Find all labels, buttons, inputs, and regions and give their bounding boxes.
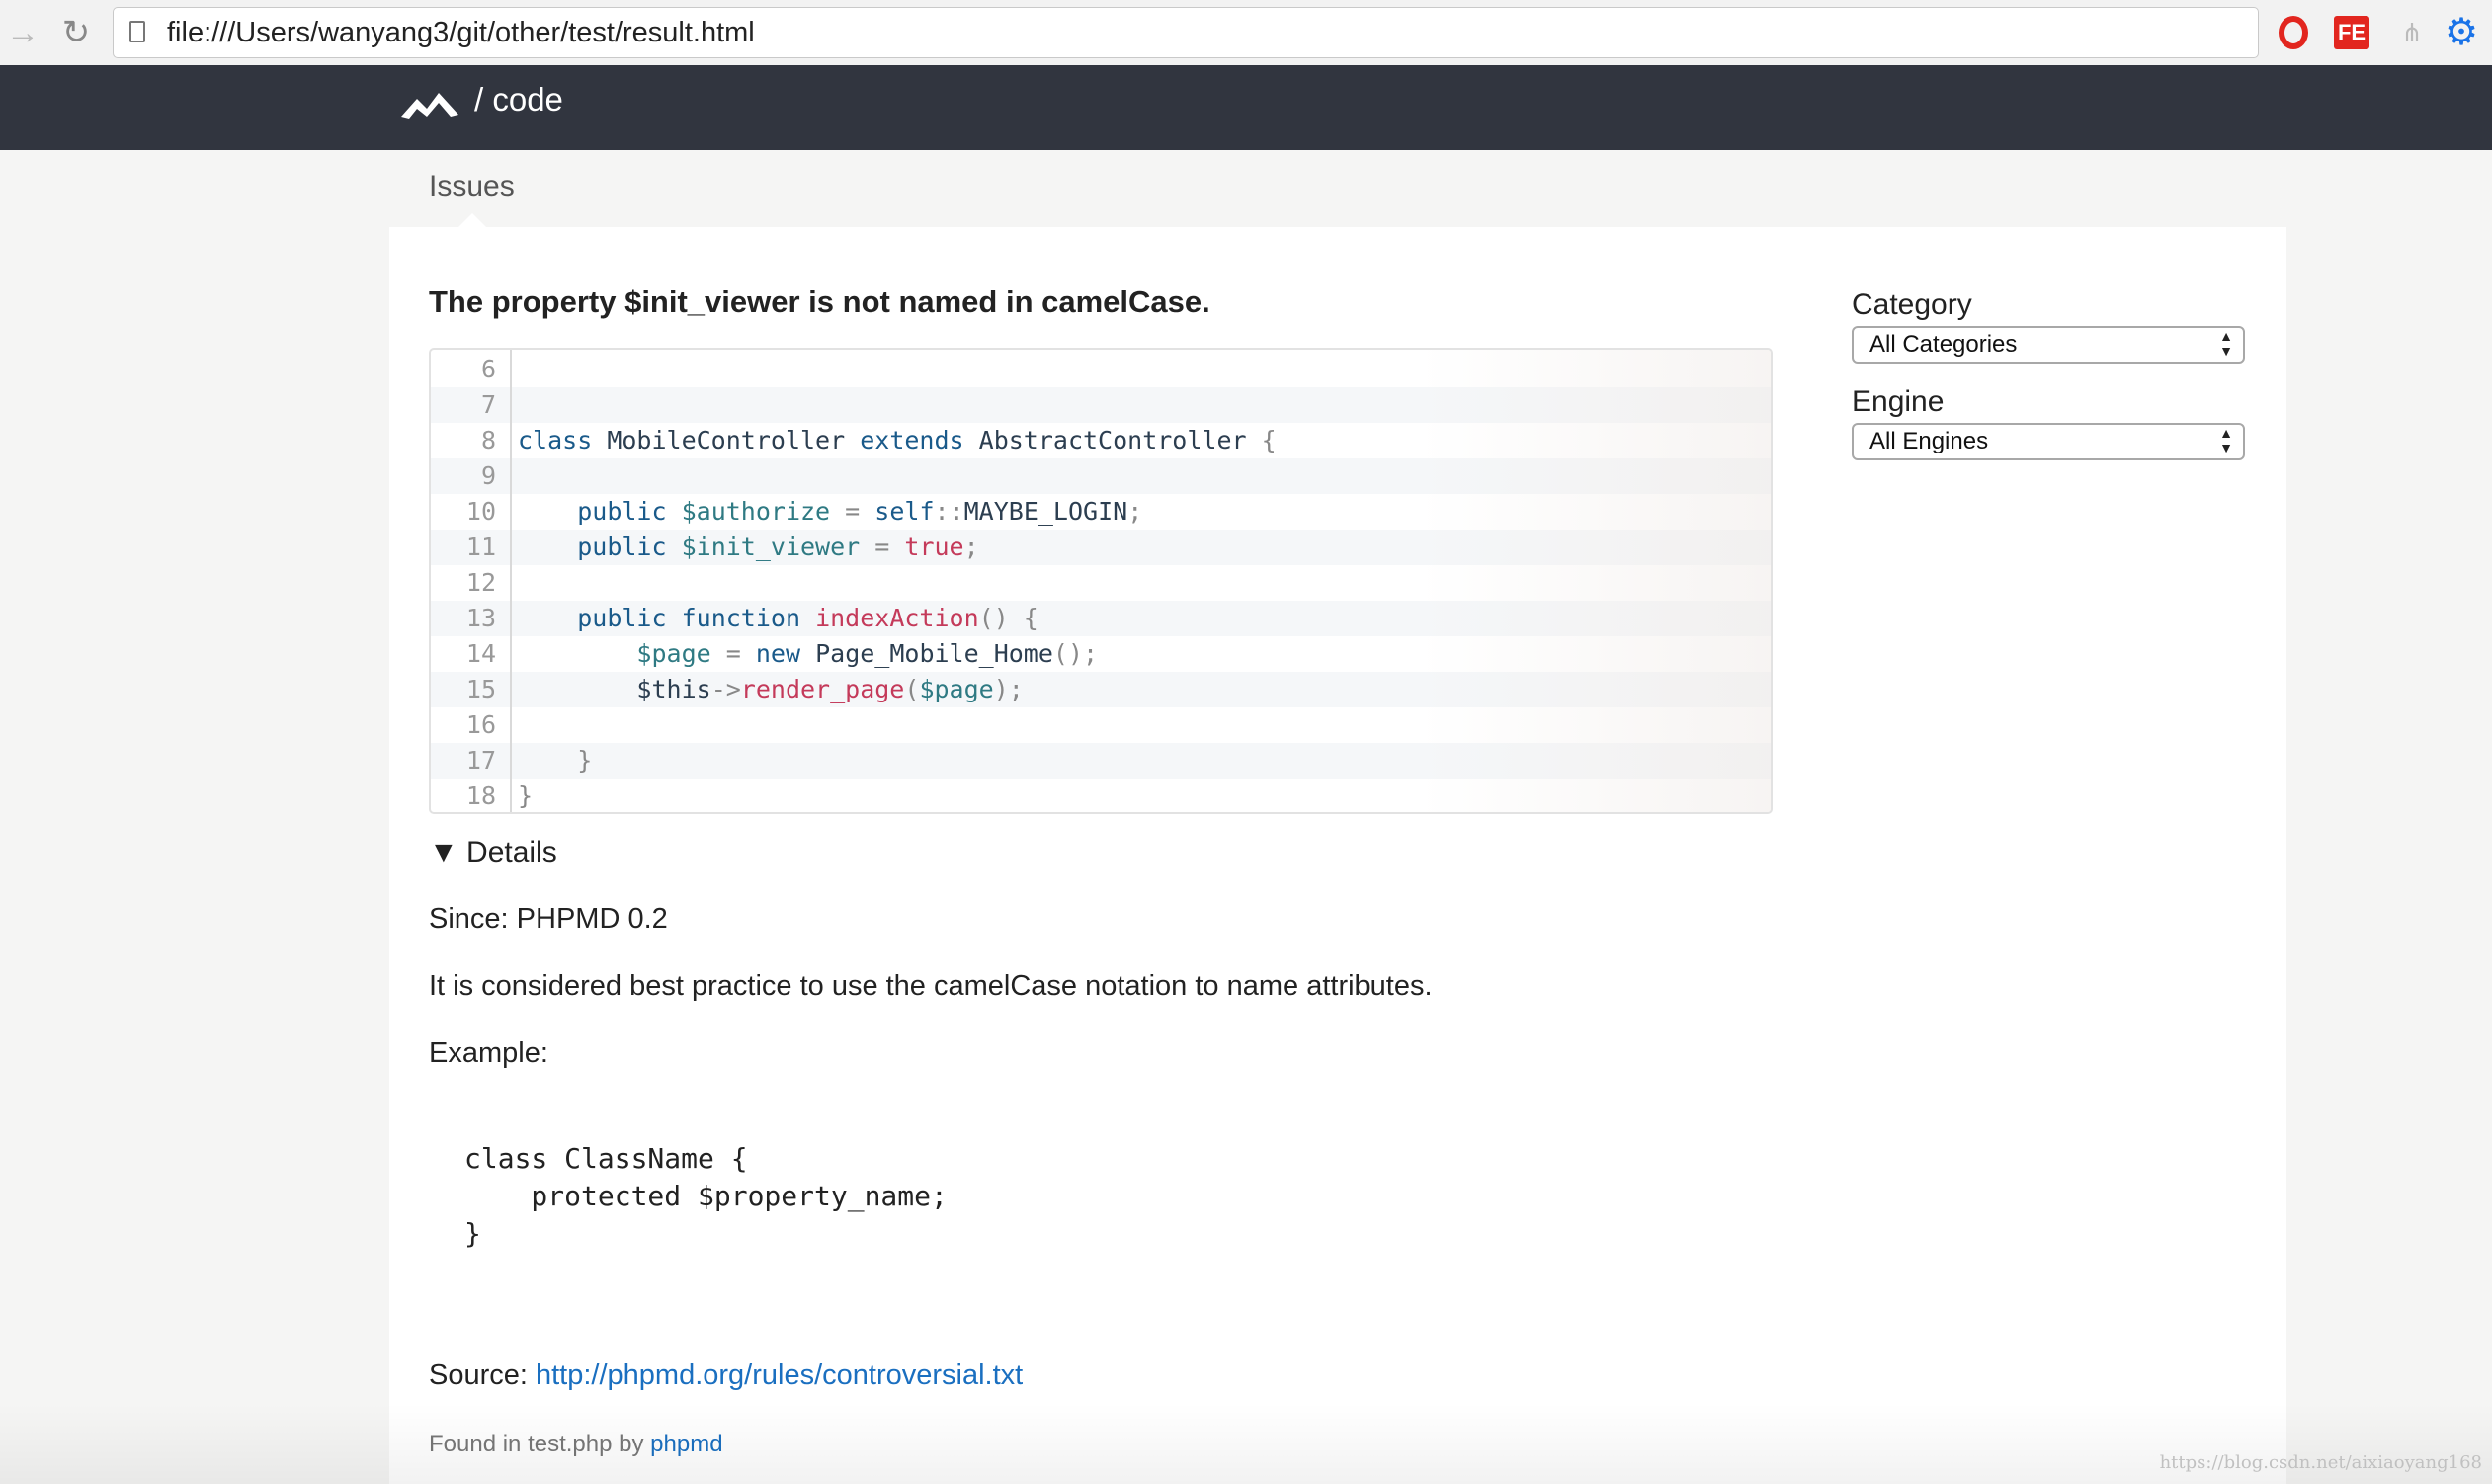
line-number: 14 — [465, 639, 496, 668]
engine-selected-value: All Engines — [1869, 428, 1989, 454]
settings-gear-icon[interactable]: ⚙ — [2445, 14, 2478, 51]
category-label: Category — [1852, 289, 1972, 321]
source-label: Source: — [429, 1360, 536, 1391]
reload-icon[interactable]: ↻ — [55, 12, 97, 53]
found-prefix: Found in test.php by — [429, 1431, 651, 1457]
line-number: 10 — [465, 497, 496, 526]
line-number-gutter — [510, 350, 512, 812]
brand-title[interactable]: / code — [474, 77, 563, 123]
example-label: Example: — [429, 1037, 548, 1069]
address-bar[interactable]: file:///Users/wanyang3/git/other/test/re… — [113, 7, 2259, 58]
fe-icon[interactable]: FE — [2334, 16, 2369, 49]
line-number: 18 — [465, 782, 496, 810]
category-selected-value: All Categories — [1869, 331, 2018, 358]
category-select[interactable]: All Categories ▲ ▼ — [1852, 326, 2245, 364]
phpmd-link[interactable]: phpmd — [650, 1431, 722, 1457]
back-arrow-icon[interactable]: → — [2, 12, 43, 53]
found-in-line: Found in test.php by phpmd — [429, 1431, 723, 1458]
engine-select[interactable]: All Engines ▲ ▼ — [1852, 423, 2245, 460]
code-text: public function indexAction() { — [577, 604, 1038, 632]
source-line: Source: http://phpmd.org/rules/controver… — [429, 1360, 1023, 1392]
line-number: 7 — [480, 390, 496, 419]
line-number: 13 — [465, 604, 496, 632]
page-icon — [129, 21, 145, 42]
line-number: 8 — [480, 426, 496, 454]
engine-label: Engine — [1852, 385, 1945, 418]
line-number: 15 — [465, 675, 496, 703]
logo-icon[interactable] — [399, 87, 460, 121]
code-text: } — [518, 782, 534, 810]
source-link[interactable]: http://phpmd.org/rules/controversial.txt — [536, 1360, 1023, 1391]
rule-description: It is considered best practice to use th… — [429, 970, 1433, 1002]
line-number: 16 — [465, 710, 496, 739]
issue-title: The property $init_viewer is not named i… — [429, 285, 1210, 319]
example-code-block: class ClassName { protected $property_na… — [464, 1142, 948, 1250]
sitemap-icon[interactable]: ⋔ — [2395, 16, 2429, 49]
code-text: $this->render_page($page); — [636, 675, 1024, 703]
since-text: Since: PHPMD 0.2 — [429, 903, 668, 935]
code-text: $page = new Page_Mobile_Home(); — [636, 639, 1099, 668]
select-arrows-icon: ▲ ▼ — [2219, 328, 2233, 359]
opera-icon[interactable] — [2279, 16, 2308, 49]
code-text: public $authorize = self::MAYBE_LOGIN; — [577, 497, 1143, 526]
app-header — [0, 65, 2492, 150]
line-number: 17 — [465, 746, 496, 775]
line-number: 11 — [465, 533, 496, 561]
code-text: public $init_viewer = true; — [577, 533, 979, 561]
code-text: class MobileController extends AbstractC… — [518, 426, 1277, 454]
select-arrows-icon: ▲ ▼ — [2219, 425, 2233, 455]
code-viewer: 6 7 8 class MobileController extends Abstra… — [429, 348, 1773, 814]
watermark: https://blog.csdn.net/aixiaoyang168 — [2159, 1452, 2482, 1473]
browser-toolbar: → ↻ file:///Users/wanyang3/git/other/tes… — [0, 0, 2492, 66]
line-number: 6 — [480, 355, 496, 383]
line-number: 9 — [480, 461, 496, 490]
code-text: } — [577, 746, 593, 775]
tab-issues[interactable]: Issues — [429, 170, 515, 204]
line-number: 12 — [465, 568, 496, 597]
url-text[interactable]: file:///Users/wanyang3/git/other/test/re… — [167, 8, 755, 57]
details-toggle[interactable]: ▼ Details — [429, 836, 557, 869]
